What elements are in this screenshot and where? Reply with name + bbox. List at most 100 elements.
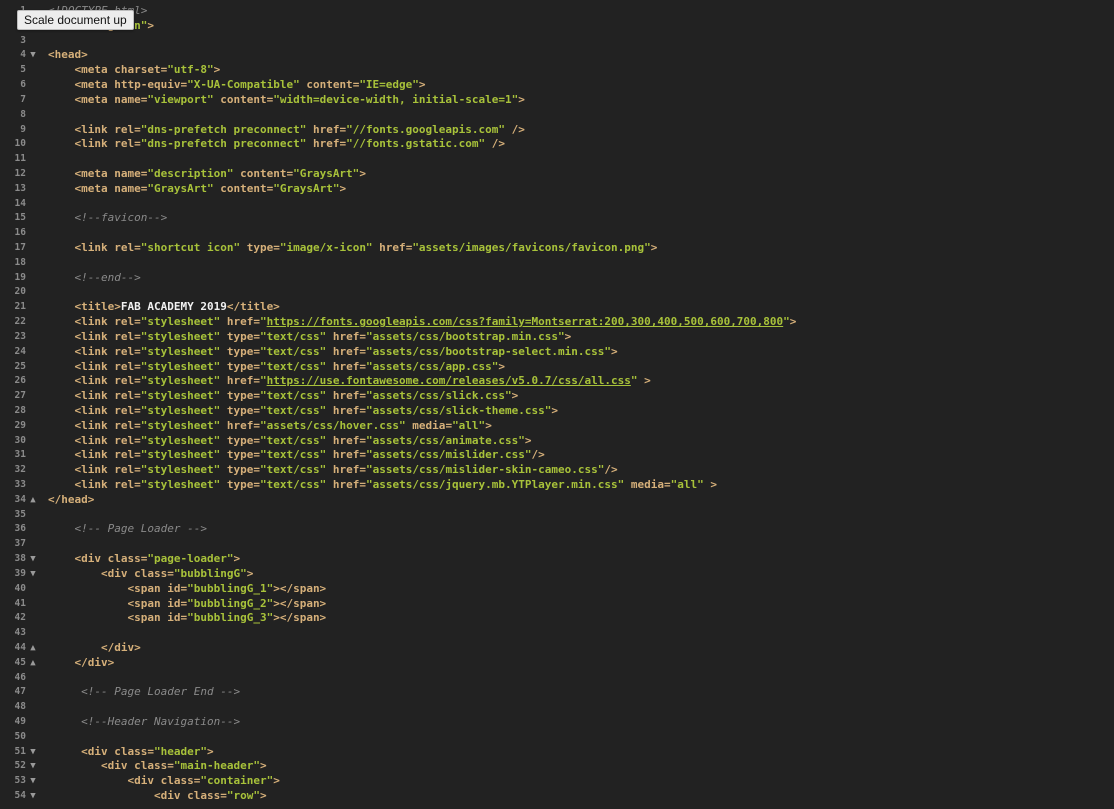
fold-collapse-icon[interactable]: ▼ (28, 745, 38, 760)
code-text: <div class="header"> (48, 745, 213, 760)
code-line[interactable]: 32 <link rel="stylesheet" type="text/css… (0, 463, 1114, 478)
code-token: rel (107, 389, 135, 403)
code-token: "all" (670, 478, 704, 491)
code-line[interactable]: 9 <link rel="dns-prefetch preconnect" hr… (0, 123, 1114, 138)
code-line[interactable]: 4 ▼ <head> (0, 48, 1114, 63)
code-line[interactable]: 6 <meta http-equiv="X-UA-Compatible" con… (0, 78, 1114, 93)
code-token: rel (107, 329, 135, 343)
code-token: = (134, 344, 141, 358)
code-line[interactable]: 50 (0, 730, 1114, 745)
code-line[interactable]: 22 <link rel="stylesheet" href="https://… (0, 315, 1114, 330)
line-number: 43 (14, 627, 26, 639)
fold-collapse-icon[interactable]: ▼ (28, 774, 38, 789)
code-line[interactable]: 48 (0, 700, 1114, 715)
code-token: ></span> (273, 611, 327, 625)
code-line[interactable]: 23 <link rel="stylesheet" type="text/css… (0, 330, 1114, 345)
fold-expand-icon[interactable]: ▲ (28, 656, 38, 671)
code-line[interactable]: 42 <span id="bubblingG_3"></span> (0, 611, 1114, 626)
code-line[interactable]: 1<!DOCTYPE html> (0, 4, 1114, 19)
code-line[interactable]: 17 <link rel="shortcut icon" type="image… (0, 241, 1114, 256)
code-line[interactable]: 12 <meta name="description" content="Gra… (0, 167, 1114, 182)
code-line[interactable]: 18 (0, 256, 1114, 271)
code-line[interactable]: 21 <title>FAB ACADEMY 2019</title> (0, 300, 1114, 315)
code-token: = (134, 374, 141, 388)
code-line[interactable]: 49 <!--Header Navigation--> (0, 715, 1114, 730)
code-line[interactable]: 31 <link rel="stylesheet" type="text/css… (0, 448, 1114, 463)
code-line[interactable]: 44 ▲ </div> (0, 641, 1114, 656)
code-line[interactable]: 51 ▼ <div class="header"> (0, 745, 1114, 760)
code-token: type (220, 478, 254, 491)
code-line[interactable]: 20 (0, 285, 1114, 300)
code-token: content (299, 78, 353, 92)
line-number: 28 (14, 404, 26, 416)
code-token: content (213, 92, 267, 106)
code-text: <meta name="viewport" content="width=dev… (48, 93, 525, 108)
code-token: <link (74, 389, 108, 403)
code-line[interactable]: 25 <link rel="stylesheet" type="text/css… (0, 360, 1114, 375)
code-line[interactable]: 41 <span id="bubblingG_2"></span> (0, 597, 1114, 612)
code-line[interactable]: 33 <link rel="stylesheet" type="text/css… (0, 478, 1114, 493)
code-line[interactable]: 16 (0, 226, 1114, 241)
fold-expand-icon[interactable]: ▲ (28, 493, 38, 508)
code-token: = (253, 418, 260, 432)
code-line[interactable]: 37 (0, 537, 1114, 552)
code-token: class (101, 552, 141, 566)
code-line[interactable]: 40 <span id="bubblingG_1"></span> (0, 582, 1114, 597)
code-line[interactable]: 52 ▼ <div class="main-header"> (0, 759, 1114, 774)
code-line[interactable]: 26 <link rel="stylesheet" href="https://… (0, 374, 1114, 389)
code-line[interactable]: 3 (0, 34, 1114, 49)
line-number: 19 (14, 271, 26, 283)
fold-collapse-icon[interactable]: ▼ (28, 552, 38, 567)
fold-collapse-icon[interactable]: ▼ (28, 567, 38, 582)
fold-collapse-icon[interactable]: ▼ (28, 759, 38, 774)
code-line[interactable]: 28 <link rel="stylesheet" type="text/css… (0, 404, 1114, 419)
code-token: = (359, 389, 366, 403)
code-token: = (134, 122, 141, 136)
line-number: 8 (20, 108, 26, 120)
code-editor[interactable]: 1<!DOCTYPE html>2<html lang="en">34▼<hea… (0, 0, 1114, 809)
code-line[interactable]: 53 ▼ <div class="container"> (0, 774, 1114, 789)
code-token: "text/css" (259, 403, 327, 417)
code-line[interactable]: 46 (0, 671, 1114, 686)
code-line[interactable]: 15 <!--favicon--> (0, 211, 1114, 226)
code-token: > (703, 478, 717, 491)
code-line[interactable]: 38 ▼ <div class="page-loader"> (0, 552, 1114, 567)
code-line[interactable]: 13 <meta name="GraysArt" content="GraysA… (0, 182, 1114, 197)
code-token: charset (107, 63, 161, 77)
code-line[interactable]: 14 (0, 197, 1114, 212)
code-line[interactable]: 24 <link rel="stylesheet" type="text/css… (0, 345, 1114, 360)
code-line[interactable]: 29 <link rel="stylesheet" href="assets/c… (0, 419, 1114, 434)
line-number: 5 (20, 64, 26, 76)
code-token: /> (485, 137, 506, 151)
code-line[interactable]: 2<html lang="en"> (0, 19, 1114, 34)
fold-expand-icon[interactable]: ▲ (28, 641, 38, 656)
code-token: "X-UA-Compatible" (187, 78, 300, 92)
fold-collapse-icon[interactable]: ▼ (28, 48, 38, 63)
code-line[interactable]: 54 ▼ <div class="row"> (0, 789, 1114, 804)
code-line[interactable]: 35 (0, 508, 1114, 523)
code-token: = (167, 759, 174, 773)
code-line[interactable]: 47 <!-- Page Loader End --> (0, 685, 1114, 700)
code-line[interactable]: 43 (0, 626, 1114, 641)
code-line[interactable]: 7 <meta name="viewport" content="width=d… (0, 93, 1114, 108)
code-token: <meta (74, 63, 108, 77)
code-line[interactable]: 30 <link rel="stylesheet" type="text/css… (0, 434, 1114, 449)
code-lines[interactable]: 1<!DOCTYPE html>2<html lang="en">34▼<hea… (0, 4, 1114, 804)
code-line[interactable]: 36 <!-- Page Loader --> (0, 522, 1114, 537)
code-line[interactable]: 8 (0, 108, 1114, 123)
fold-collapse-icon[interactable]: ▼ (28, 789, 38, 804)
code-line[interactable]: 10 <link rel="dns-prefetch preconnect" h… (0, 137, 1114, 152)
code-text: <meta name="GraysArt" content="GraysArt"… (48, 182, 347, 197)
code-text: <link rel="stylesheet" href="https://fon… (48, 315, 797, 330)
code-line[interactable]: 27 <link rel="stylesheet" type="text/css… (0, 389, 1114, 404)
code-line[interactable]: 34 ▲ </head> (0, 493, 1114, 508)
line-number: 27 (14, 390, 26, 402)
code-text: <link rel="stylesheet" href="assets/css/… (48, 419, 492, 434)
code-line[interactable]: 39 ▼ <div class="bubblingG"> (0, 567, 1114, 582)
code-text: <link rel="stylesheet" type="text/css" h… (48, 403, 559, 419)
code-line[interactable]: 19 <!--end--> (0, 271, 1114, 286)
code-line[interactable]: 5 <meta charset="utf-8"> (0, 63, 1114, 78)
code-line[interactable]: 11 (0, 152, 1114, 167)
line-number: 40 (14, 582, 26, 594)
code-line[interactable]: 45 ▲ </div> (0, 656, 1114, 671)
